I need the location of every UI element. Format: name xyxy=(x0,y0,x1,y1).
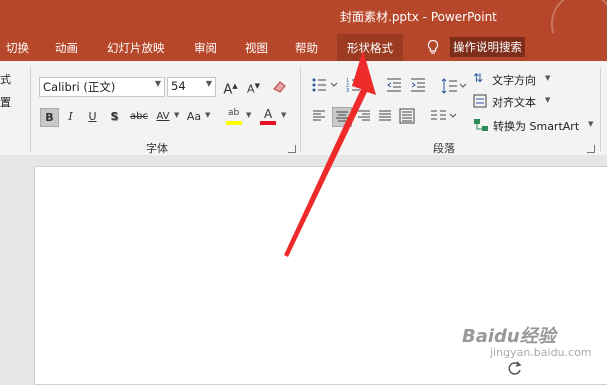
lightbulb-icon[interactable] xyxy=(425,39,441,55)
justify-icon[interactable] xyxy=(378,109,392,123)
highlighter-icon: ab xyxy=(228,108,240,118)
font-size-select[interactable]: 54 ▼ xyxy=(167,77,216,97)
bold-button[interactable]: B xyxy=(40,108,59,127)
ribbon-tabs: 切换 动画 幻灯片放映 审阅 视图 帮助 形状格式 操作说明搜索 xyxy=(0,33,607,62)
change-case-button[interactable]: Aa xyxy=(184,108,204,125)
chevron-down-icon: ▼ xyxy=(588,120,594,128)
chevron-down-icon: ▼ xyxy=(545,74,551,82)
font-color-button[interactable]: A xyxy=(260,107,278,126)
italic-button[interactable]: I xyxy=(62,108,79,125)
tell-me-search[interactable]: 操作说明搜索 xyxy=(450,37,525,57)
strikethrough-button[interactable]: abc xyxy=(128,108,150,125)
convert-to-smartart-button[interactable]: 转换为 SmartArt ▼ xyxy=(473,116,603,134)
watermark-logo: Baidu经验 xyxy=(462,326,556,347)
text-direction-label: 文字方向 xyxy=(492,74,536,87)
tab-help[interactable]: 帮助 xyxy=(295,40,318,56)
chevron-down-icon[interactable]: ▼ xyxy=(174,111,179,119)
tab-shape-format[interactable]: 形状格式 xyxy=(337,34,403,62)
align-right-icon[interactable] xyxy=(357,109,371,123)
underline-button[interactable]: U xyxy=(84,108,101,125)
shadow-button[interactable]: S xyxy=(106,108,123,125)
watermark-url: jingyan.baidu.com xyxy=(490,346,592,359)
font-color-swatch xyxy=(260,121,276,125)
font-dialog-launcher-icon[interactable] xyxy=(288,145,296,153)
decrease-indent-icon[interactable] xyxy=(386,77,402,93)
distributed-align-icon[interactable] xyxy=(399,108,415,124)
align-left-icon[interactable] xyxy=(312,109,326,123)
font-size-value: 54 xyxy=(171,79,186,93)
watermark: Baidu经验 jingyan.baidu.com xyxy=(462,322,592,359)
title-bar: 封面素材.pptx - PowerPoint xyxy=(0,0,607,56)
tab-review[interactable]: 审阅 xyxy=(194,40,217,56)
text-direction-button[interactable]: ⇅ 文字方向 ▼ xyxy=(473,70,573,88)
text-direction-icon: ⇅ xyxy=(473,71,484,85)
chevron-down-icon: ▼ xyxy=(154,79,161,88)
tab-animations[interactable]: 动画 xyxy=(55,40,78,56)
reset-partial-label[interactable]: 置 xyxy=(0,94,11,110)
chevron-down-icon: ▼ xyxy=(545,96,551,104)
line-spacing-icon[interactable] xyxy=(441,77,467,95)
paragraph-group-label: 段落 xyxy=(433,142,455,155)
chevron-down-icon[interactable]: ▼ xyxy=(246,111,251,119)
align-text-icon xyxy=(473,94,487,108)
chevron-down-icon[interactable]: ▼ xyxy=(281,111,286,119)
smartart-icon xyxy=(474,119,488,131)
tab-view[interactable]: 视图 xyxy=(245,40,268,56)
group-separator xyxy=(600,67,601,152)
font-group-label: 字体 xyxy=(146,142,168,155)
bullets-icon[interactable] xyxy=(312,77,342,93)
align-center-icon xyxy=(336,111,348,122)
align-center-button[interactable] xyxy=(332,107,352,127)
layout-partial-label[interactable]: 式 xyxy=(0,71,11,87)
font-name-value: Calibri (正文) xyxy=(43,80,116,94)
align-text-label: 对齐文本 xyxy=(492,96,536,109)
increase-indent-icon[interactable] xyxy=(410,77,426,93)
align-text-button[interactable]: 对齐文本 ▼ xyxy=(473,92,573,110)
window-title: 封面素材.pptx - PowerPoint xyxy=(340,10,497,24)
character-spacing-button[interactable]: AV xyxy=(152,108,174,125)
grow-font-button[interactable]: A▲ xyxy=(222,78,239,97)
font-name-select[interactable]: Calibri (正文) ▼ xyxy=(39,77,165,97)
chevron-down-icon[interactable]: ▼ xyxy=(205,111,210,119)
ribbon-panel: 式 置 Calibri (正文) ▼ 54 ▼ A▲ A▼ B I U S ab… xyxy=(0,61,607,156)
chevron-down-icon: ▼ xyxy=(205,79,212,88)
convert-smartart-label: 转换为 SmartArt xyxy=(493,120,580,133)
svg-text:3: 3 xyxy=(346,88,349,93)
paragraph-dialog-launcher-icon[interactable] xyxy=(587,145,595,153)
highlight-color-button[interactable]: ab xyxy=(226,108,244,126)
shrink-font-button[interactable]: A▼ xyxy=(245,78,262,96)
tab-transitions[interactable]: 切换 xyxy=(6,40,29,56)
rotate-handle-icon[interactable] xyxy=(507,360,523,376)
columns-icon[interactable] xyxy=(430,109,458,123)
tab-slideshow[interactable]: 幻灯片放映 xyxy=(107,40,165,56)
numbering-icon[interactable]: 123 xyxy=(346,77,376,93)
group-separator xyxy=(300,67,301,152)
highlight-swatch xyxy=(226,121,242,125)
group-separator xyxy=(30,67,31,152)
clear-formatting-icon[interactable] xyxy=(272,79,288,94)
